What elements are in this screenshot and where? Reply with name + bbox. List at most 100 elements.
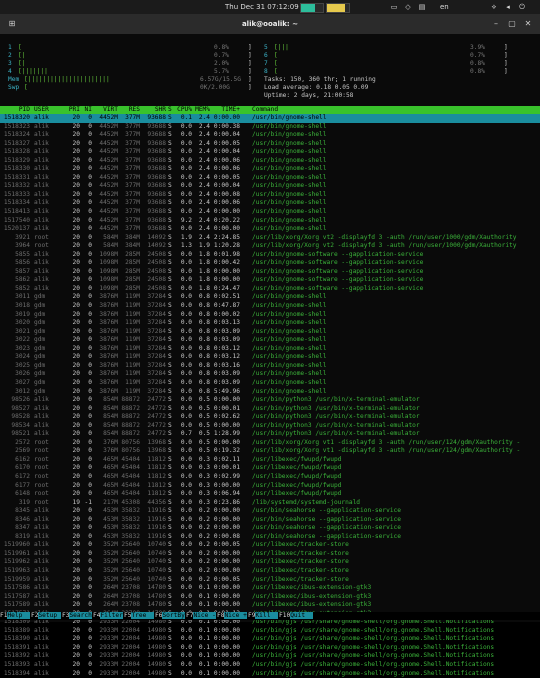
process-row[interactable]: 6148 root 20 0 465M 45404 11812 S 0.0 0.3 0:06.94 /…	[0, 490, 540, 499]
process-row[interactable]: 1519961 alik 20 0 352M 25640 10740 S 0.0 0.2 0:00.…	[0, 550, 540, 559]
system-monitor-mem-graph[interactable]	[326, 3, 350, 13]
process-row[interactable]: 1519963 alik 20 0 352M 25640 10740 S 0.0 0.2 0:00.…	[0, 567, 540, 576]
process-row[interactable]: 8345 alik 20 0 453M 35832 11916 S 0.0 0.2 0:00.00 /…	[0, 507, 540, 516]
process-row[interactable]: 8347 alik 20 0 453M 35832 11916 S 0.0 0.2 0:00.00 /…	[0, 524, 540, 533]
process-row[interactable]: 98521 alik 20 0 854M 88872 24772 S 0.7 0.5 1:28.99…	[0, 430, 540, 439]
process-row[interactable]: 1519960 alik 20 0 352M 25640 10740 S 0.0 0.2 0:00.…	[0, 541, 540, 550]
process-row[interactable]: 98534 alik 20 0 854M 88872 24772 S 0.0 0.5 0:00.00…	[0, 422, 540, 431]
column-header-time[interactable]: TIME+	[212, 106, 240, 114]
process-row[interactable]: 1518323 alik 20 0 4452M 377M 93688 S 0.0 2.4 0:00.…	[0, 123, 540, 132]
process-row[interactable]: 1517586 alik 20 0 264M 23708 14780 S 0.0 0.1 0:00.…	[0, 584, 540, 593]
process-row[interactable]: 1519962 alik 20 0 352M 25640 10740 S 0.0 0.2 0:00.…	[0, 558, 540, 567]
process-row[interactable]: 98527 alik 20 0 854M 88872 24772 S 0.0 0.5 0:00.01…	[0, 405, 540, 414]
process-row[interactable]: 1518334 alik 20 0 4452M 377M 93688 S 0.0 2.4 0:00.…	[0, 199, 540, 208]
process-row[interactable]: 3024 gdm 20 0 3876M 119M 37284 S 0.0 0.8 0:03.12/u…	[0, 353, 540, 362]
language-indicator[interactable]: en	[440, 3, 449, 11]
fkey-f6[interactable]: F6SortBy	[155, 612, 185, 620]
process-row[interactable]: 3964 root 20 0 584M 384M 14092 S 1.3 1.9 1:20.28/u…	[0, 242, 540, 251]
fkey-f2[interactable]: F2Setup	[31, 612, 61, 620]
process-row[interactable]: 1518329 alik 20 0 4452M 377M 93688 S 0.0 2.4 0:00.…	[0, 157, 540, 166]
close-icon[interactable]: ✕	[522, 18, 534, 30]
column-header-ni[interactable]: NI	[82, 106, 92, 114]
minimize-icon[interactable]: –	[490, 18, 502, 30]
process-row[interactable]: 6162 root 20 0 465M 45404 11812 S 0.0 0.3 0:02.11 /…	[0, 456, 540, 465]
fkey-f5[interactable]: F5Tree	[124, 612, 154, 620]
process-row[interactable]: 5856 alik 20 0 1098M 285M 24508 S 0.0 1.8 0:00.42 /…	[0, 259, 540, 268]
process-row[interactable]: 6177 root 20 0 465M 45404 11812 S 0.0 0.3 0:00.00 /…	[0, 482, 540, 491]
fkey-f7[interactable]: F7Nice -	[186, 612, 216, 620]
fkey-f4[interactable]: F4Filter	[93, 612, 123, 620]
system-monitor-cpu-graph[interactable]	[300, 3, 324, 13]
process-row[interactable]: 2569 root 20 0 376M 80756 13968 S 0.0 0.5 0:19.32 /…	[0, 447, 540, 456]
volume-icon[interactable]: ◂	[504, 3, 512, 11]
process-row[interactable]: 3012 gdm 20 0 3876M 119M 37284 S 0.0 0.8 5:49.96/u…	[0, 388, 540, 397]
process-row[interactable]: 1518327 alik 20 0 4452M 377M 93688 S 0.0 2.4 0:00.…	[0, 140, 540, 149]
fkey-f1[interactable]: F1Help	[0, 612, 30, 620]
process-row[interactable]: 1520137 alik 20 0 4452M 377M 93688 S 0.0 2.4 0:00.…	[0, 225, 540, 234]
process-row[interactable]: 1518393 alik 20 0 2933M 22004 14980 S 0.0 0.1 0:00…	[0, 661, 540, 670]
process-row[interactable]: 1518328 alik 20 0 4452M 377M 93688 S 0.0 2.4 0:00.…	[0, 148, 540, 157]
function-key-bar[interactable]: F1Help F2Setup F3Search F4Filter F5Tree F6…	[0, 612, 540, 620]
clock[interactable]: Thu Dec 31 07:12:09	[225, 3, 299, 11]
terminal-content[interactable]: 1 [] 0.8% 2 [|] 0.7% 3 [|] 2.0% 4 [|||||||] 5.7% 5 [|…	[0, 34, 540, 677]
process-row[interactable]: 3011 gdm 20 0 3876M 119M 37284 S 0.0 0.8 0:02.51/u…	[0, 293, 540, 302]
process-row[interactable]: 1517587 alik 20 0 264M 23708 14780 S 0.0 0.1 0:00.…	[0, 593, 540, 602]
process-row[interactable]: 3025 gdm 20 0 3876M 119M 37284 S 0.0 0.8 0:03.16/u…	[0, 362, 540, 371]
dropbox-icon[interactable]: ◇	[404, 3, 412, 11]
process-list[interactable]: 1518320 alik 20 0 4452M 377M 93688 S 0.1 2.4 0:00.…	[0, 114, 540, 678]
process-row[interactable]: 1517540 alik 20 0 4452M 377M 93688 S 9.2 2.4 0:20.…	[0, 217, 540, 226]
process-row[interactable]: 5852 alik 20 0 1098M 285M 24508 S 0.0 1.8 0:24.47 /…	[0, 285, 540, 294]
process-row[interactable]: 1518394 alik 20 0 2933M 22004 14980 S 0.0 0.1 0:00…	[0, 670, 540, 678]
process-row[interactable]: 3019 gdm 20 0 3876M 119M 37284 S 0.0 0.8 0:00.02/u…	[0, 311, 540, 320]
process-row[interactable]: 5857 alik 20 0 1098M 285M 24508 S 0.0 1.8 0:00.00 /…	[0, 268, 540, 277]
process-row[interactable]: 3020 gdm 20 0 3876M 119M 37284 S 0.0 0.8 0:03.13/u…	[0, 319, 540, 328]
process-row[interactable]: 3021 gdm 20 0 3876M 119M 37284 S 0.0 0.8 0:03.09/u…	[0, 328, 540, 337]
fkey-f3[interactable]: F3Search	[62, 612, 92, 620]
process-row[interactable]: 1518333 alik 20 0 4452M 377M 93688 S 0.0 2.4 0:00.…	[0, 191, 540, 200]
power-icon[interactable]: ⏻	[518, 3, 526, 11]
network-icon[interactable]: ⟡	[490, 3, 498, 11]
terminal-title-bar[interactable]: ⊞ alik@ooalik: ~ – ▢ ✕	[0, 14, 540, 34]
column-header-user[interactable]: USER	[34, 106, 64, 114]
process-row[interactable]: 1518390 alik 20 0 2933M 22004 14980 S 0.0 0.1 0:00…	[0, 635, 540, 644]
process-row[interactable]: 3023 gdm 20 0 3876M 119M 37284 S 0.0 0.8 0:03.12/u…	[0, 345, 540, 354]
column-header-pid[interactable]: PID	[2, 106, 30, 114]
fkey-f10[interactable]: F10Quit	[279, 612, 313, 620]
process-row[interactable]: 1518332 alik 20 0 4452M 377M 93688 S 0.0 2.4 0:00.…	[0, 182, 540, 191]
process-row[interactable]: 1518391 alik 20 0 2933M 22004 14980 S 0.0 0.1 0:00…	[0, 644, 540, 653]
column-header-cpu[interactable]: CPU%	[176, 106, 192, 114]
process-row[interactable]: 8346 alik 20 0 453M 35832 11916 S 0.0 0.2 0:00.00 /…	[0, 516, 540, 525]
clipboard-icon[interactable]: ▤	[418, 3, 426, 11]
process-row[interactable]: 3026 gdm 20 0 3876M 119M 37284 S 0.0 0.8 0:03.09/u…	[0, 370, 540, 379]
process-row[interactable]: 1519959 alik 20 0 352M 25640 10740 S 0.0 0.2 0:00.…	[0, 576, 540, 585]
column-header-mem[interactable]: MEM%	[194, 106, 210, 114]
keyboard-icon[interactable]: ▭	[390, 3, 398, 11]
process-row[interactable]: 1518324 alik 20 0 4452M 377M 93688 S 0.0 2.4 0:00.…	[0, 131, 540, 140]
process-row[interactable]: 8319 alik 20 0 453M 35832 11916 S 0.0 0.2 0:00.08 /…	[0, 533, 540, 542]
process-row[interactable]: 98528 alik 20 0 854M 88872 24772 S 0.0 0.5 0:02.62…	[0, 413, 540, 422]
column-header-pri[interactable]: PRI	[66, 106, 80, 114]
process-row[interactable]: 1518389 alik 20 0 2933M 22004 14980 S 0.0 0.1 0:00…	[0, 627, 540, 636]
process-row[interactable]: 1518331 alik 20 0 4452M 377M 93688 S 0.0 2.4 0:00.…	[0, 174, 540, 183]
column-header-virt[interactable]: VIRT	[94, 106, 118, 114]
process-row[interactable]: 3018 gdm 20 0 3876M 119M 37284 S 0.0 0.8 0:47.87/u…	[0, 302, 540, 311]
process-row[interactable]: 1518392 alik 20 0 2933M 22004 14980 S 0.0 0.1 0:00…	[0, 652, 540, 661]
process-row[interactable]: 1518320 alik 20 0 4452M 377M 93688 S 0.1 2.4 0:00.…	[0, 114, 540, 123]
process-row[interactable]: 5855 alik 20 0 1098M 285M 24508 S 0.0 1.8 0:01.98 /…	[0, 251, 540, 260]
process-row[interactable]: 98526 alik 20 0 854M 88872 24772 S 0.0 0.5 0:00.00…	[0, 396, 540, 405]
process-table-header[interactable]: PID USER PRI NI VIRT RES SHR S CPU% MEM% TIME+ Comm…	[0, 106, 540, 114]
column-header-command[interactable]: Command	[252, 106, 540, 114]
fkey-f9[interactable]: F9Kill	[248, 612, 278, 620]
maximize-icon[interactable]: ▢	[506, 18, 518, 30]
process-row[interactable]: 1518413 alik 20 0 4452M 377M 93688 S 0.0 2.4 0:00.…	[0, 208, 540, 217]
process-row[interactable]: 1518330 alik 20 0 4452M 377M 93688 S 0.0 2.4 0:00.…	[0, 165, 540, 174]
fkey-f8[interactable]: F8Nice +	[217, 612, 247, 620]
column-header-s[interactable]: S	[168, 106, 174, 114]
process-row[interactable]: 3022 gdm 20 0 3876M 119M 37284 S 0.0 0.8 0:03.09/u…	[0, 336, 540, 345]
process-row[interactable]: 3921 root 20 0 584M 384M 14092 S 1.9 2.4 2:24.85/u…	[0, 234, 540, 243]
process-row[interactable]: 6170 root 20 0 465M 45404 11812 S 0.0 0.3 0:00.01 /…	[0, 464, 540, 473]
process-row[interactable]: 3027 gdm 20 0 3876M 119M 37284 S 0.0 0.8 0:03.09/u…	[0, 379, 540, 388]
process-row[interactable]: 5862 alik 20 0 1098M 285M 24508 S 0.0 1.8 0:00.00 /…	[0, 276, 540, 285]
process-row[interactable]: 6172 root 20 0 465M 45404 11812 S 0.0 0.3 0:02.99 /…	[0, 473, 540, 482]
process-row[interactable]: 2572 root 20 0 376M 80756 13968 S 0.0 0.5 0:00.00 /…	[0, 439, 540, 448]
